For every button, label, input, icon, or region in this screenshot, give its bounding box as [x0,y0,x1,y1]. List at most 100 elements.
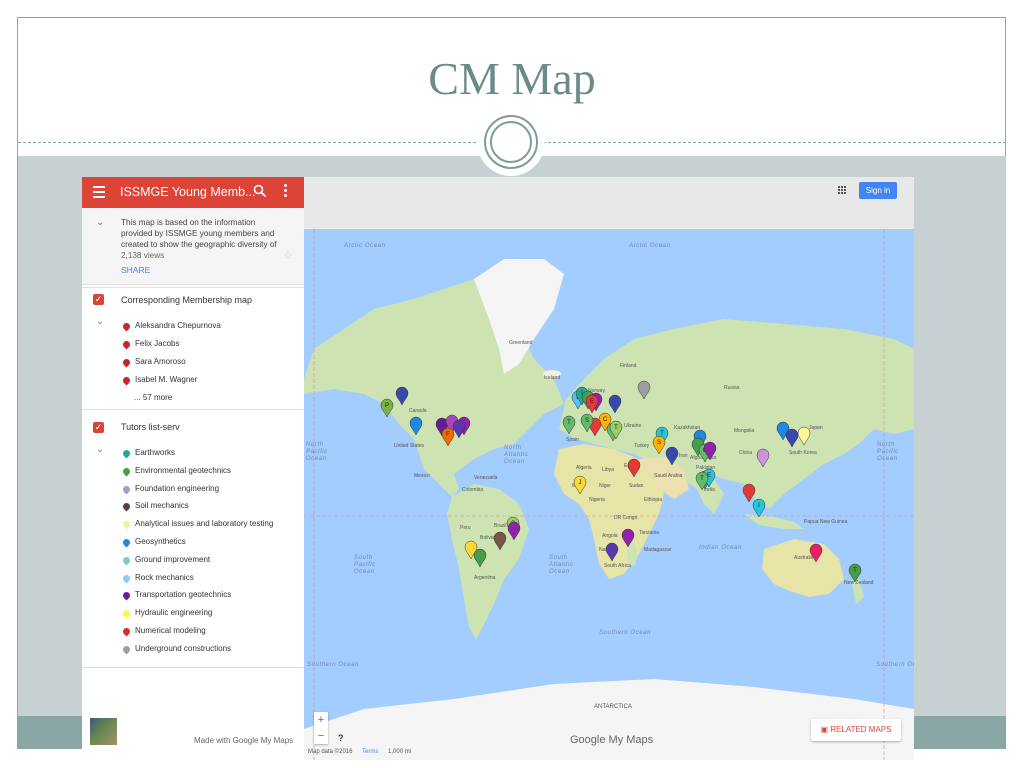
map-label: Kazakhstan [674,425,700,431]
map-label: DR Congo [614,515,638,521]
map-label: Ukraine [624,423,641,429]
map-info: ⌄ This map is based on the information p… [82,208,304,285]
menu-icon[interactable] [93,186,105,198]
map-label: Bolivia [480,535,495,541]
map-label: Tanzania [639,530,659,536]
divider [82,287,304,288]
layer-checkbox[interactable]: ✓ [93,422,104,433]
map-label: Sudan [629,483,644,489]
divider [82,667,304,668]
legend-item[interactable]: Isabel M. Wagner [135,375,197,384]
map-label: Arctic Ocean [628,243,671,249]
map-label: Greenland [509,340,533,346]
layer-title: Corresponding Membership map [121,295,253,305]
layer-title: Tutors list-serv [121,422,180,432]
legend-item[interactable]: Numerical modeling [135,626,206,635]
search-icon[interactable] [253,184,267,198]
chevron-down-icon[interactable]: ⌄ [96,217,104,228]
legend-item[interactable]: Aleksandra Chepurnova [135,321,221,330]
legend-item[interactable]: Analytical issues and laboratory testing [135,519,273,528]
legend-item[interactable]: Earthworks [135,448,175,457]
map-label: Saudi Arabia [654,473,683,479]
map-label: Iceland [544,375,560,381]
map-label: Ocean [504,459,525,465]
map-label: Venezuela [474,475,498,481]
related-maps-label: RELATED MAPS [830,725,892,734]
google-wordmark: Google [570,734,606,746]
legend-item[interactable]: Ground improvement [135,555,210,564]
related-maps-icon: ▣ [820,725,831,734]
map-label: Iran [679,453,688,459]
layer-checkbox[interactable]: ✓ [93,294,104,305]
more-items-link[interactable]: ... 57 more [134,393,172,402]
share-link[interactable]: SHARE [121,265,150,275]
related-maps-button[interactable]: ▣ RELATED MAPS [811,719,901,741]
map-pin-letter: S [585,418,589,424]
legend-item[interactable]: Felix Jacobs [135,339,179,348]
map-label: South [549,555,568,561]
map-pin-letter: C [603,417,608,423]
map-label: North [306,442,324,448]
legend-item[interactable]: Rock mechanics [135,573,194,582]
map-attribution: Map data ©2016 Terms 1,000 mi [308,749,419,755]
base-map-thumbnail[interactable] [90,718,117,745]
map-label: United States [394,443,425,449]
map-label: Southern Ocean [307,662,359,668]
star-icon[interactable]: ☆ [283,249,293,262]
map-label: Southern Ocean [876,662,914,668]
map-label: Brazil [494,523,507,529]
zoom-in-button[interactable]: + [314,712,328,728]
legend-item[interactable]: Underground constructions [135,644,231,653]
map-label: Ethiopia [644,497,662,503]
legend-item[interactable]: Transportation geotechnics [135,590,231,599]
help-icon[interactable]: ? [338,733,344,743]
map-label: Russia [724,385,740,391]
map-label: Colombia [462,487,483,493]
maps-screenshot: ISSMGE Young Memb... ⌄ This map is based… [82,177,914,760]
world-map[interactable]: Arctic Ocean Arctic Ocean Greenland Iceland… [304,229,914,760]
map-label: Turkey [634,443,650,449]
map-pin-letter: T [614,425,618,431]
terms-link[interactable]: Terms [362,749,378,755]
sign-in-button[interactable]: Sign in [859,182,897,199]
map-pin-letter: T [567,420,571,426]
map-label: Atlantic [548,562,573,568]
map-label: Niger [599,483,611,489]
legend-item[interactable]: Sara Amoroso [135,357,186,366]
chevron-down-icon[interactable]: ⌄ [96,444,104,455]
map-label: Pacific [306,449,328,455]
map-pin-letter: P [385,403,389,409]
chevron-down-icon[interactable]: ⌄ [96,316,104,327]
map-topbar [304,177,914,229]
map-pin-letter: E [590,399,594,405]
map-label: Ocean [354,569,375,575]
map-label: Algeria [576,465,592,471]
zoom-control: + − [314,712,328,744]
map-label: Atlantic [503,452,528,458]
map-label: Peru [460,525,471,531]
divider [82,409,304,410]
map-label: Argentina [474,575,496,581]
apps-grid-icon[interactable] [838,186,848,196]
legend-item[interactable]: Soil mechanics [135,501,189,510]
map-label: Japan [809,425,823,431]
map-label: ANTARCTICA [594,704,632,710]
map-label: New Zealand [844,580,874,586]
zoom-out-button[interactable]: − [314,728,328,744]
map-description: This map is based on the information pro… [121,218,277,249]
legend-item[interactable]: Environmental geotechnics [135,466,231,475]
map-pin-letter: S [657,440,661,446]
map-label: Australia [794,555,814,561]
map-label: China [739,450,752,456]
map-label: Madagascar [644,547,672,553]
map-pin-letter: T [700,476,704,482]
map-label: Spain [566,437,579,443]
map-label: North [877,442,895,448]
more-vert-icon[interactable] [282,184,288,200]
map-pin-letter: T [853,568,857,574]
legend-item[interactable]: Hydraulic engineering [135,608,212,617]
map-label: Nigeria [589,497,605,503]
legend-item[interactable]: Foundation engineering [135,484,219,493]
legend-item[interactable]: Geosynthetics [135,537,186,546]
made-with-label: Made with Google My Maps [194,736,294,745]
